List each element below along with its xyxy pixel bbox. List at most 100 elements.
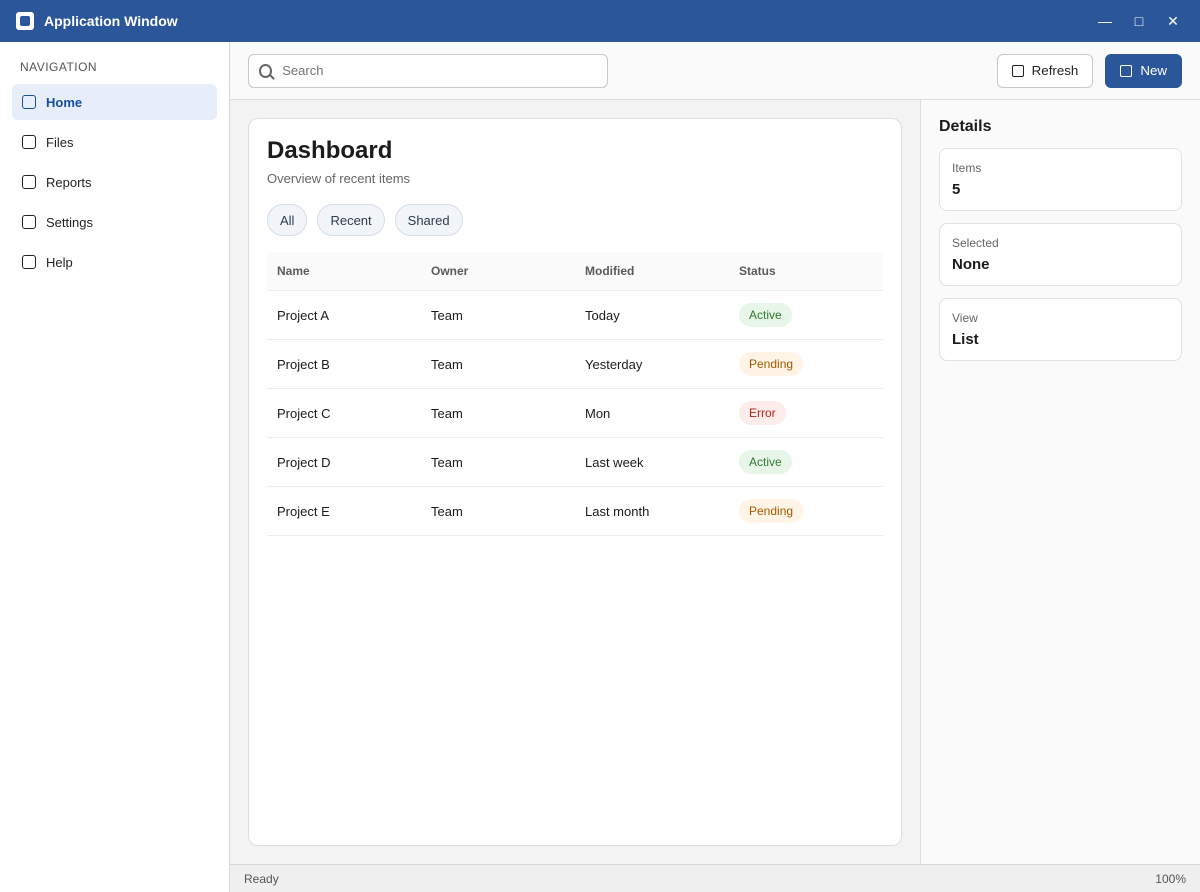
home-icon [22,95,36,109]
table-row[interactable]: Project D Team Last week Active [267,437,883,487]
search-input[interactable] [280,62,597,79]
table-head: Name Owner Modified Status [267,252,883,291]
table-cell: Team [421,437,575,487]
info-value: 5 [952,181,961,198]
table-cell: Project C [267,388,421,438]
table-cell: Team [421,290,575,340]
filter-chips: All Recent Shared [267,204,883,236]
table-cell: Yesterday [575,339,729,389]
table-cell: Pending [729,486,883,536]
status-badge: Active [739,303,792,327]
sidebar-item-files[interactable]: Files [12,124,217,160]
info-box-list: Items 5 Selected None View List [939,148,1182,361]
window-controls: — □ ✕ [1096,12,1182,30]
folder-icon [22,135,36,149]
content-area: Refresh New Dashboard Overview of recent… [230,42,1200,892]
table-cell: Today [575,290,729,340]
table-cell: Team [421,486,575,536]
status-badge: Error [739,401,786,425]
refresh-button[interactable]: Refresh [996,53,1094,88]
sidebar: Navigation Home Files Reports Settings H… [0,42,230,892]
table-cell: Project A [267,290,421,340]
info-value: List [952,331,979,348]
sidebar-item-label: Reports [46,174,92,190]
table-row[interactable]: Project E Team Last month Pending [267,486,883,536]
table-row[interactable]: Project C Team Mon Error [267,388,883,438]
app-icon [16,12,34,30]
table-cell: Mon [575,388,729,438]
sidebar-item-reports[interactable]: Reports [12,164,217,200]
right-rail: Details Items 5 Selected None View List [920,100,1200,864]
refresh-icon [1011,64,1024,77]
table-cell: Team [421,388,575,438]
table-header-cell: Owner [421,252,575,291]
status-badge: Pending [739,499,804,523]
title-bar: Application Window — □ ✕ [0,0,1200,42]
table-header-cell: Modified [575,252,729,291]
sidebar-item-help[interactable]: Help [12,244,217,280]
sidebar-item-settings[interactable]: Settings [12,204,217,240]
page-subtitle: Overview of recent items [267,171,411,186]
status-left: Ready [244,871,279,886]
sidebar-item-label: Files [46,134,74,150]
status-bar: Ready 100% [230,864,1200,892]
body-area: Dashboard Overview of recent items All R… [230,100,1200,864]
status-badge: Active [739,450,792,474]
window-title: Application Window [44,13,178,29]
gear-icon [22,215,36,229]
info-box: Selected None [939,223,1182,286]
info-box: Items 5 [939,148,1182,211]
table-header-cell: Name [267,252,421,291]
title-left: Application Window [16,12,178,30]
main-panel: Dashboard Overview of recent items All R… [230,100,920,864]
sidebar-item-home[interactable]: Home [12,84,217,120]
new-button-label: New [1140,63,1167,78]
info-value: None [952,256,990,273]
sidebar-item-label: Settings [46,214,93,230]
toolbar: Refresh New [230,42,1200,100]
data-table: Name Owner Modified Status Project A Team… [267,252,883,536]
filter-chip[interactable]: Recent [317,204,385,236]
table-header-row: Name Owner Modified Status [267,252,883,291]
content-card: Dashboard Overview of recent items All R… [248,118,902,846]
sidebar-header: Navigation [20,60,98,74]
filter-chip[interactable]: Shared [394,204,463,236]
table-cell: Active [729,290,883,340]
rail-title: Details [939,118,992,135]
table-cell: Pending [729,339,883,389]
new-button[interactable]: New [1105,53,1182,88]
table-cell: Project E [267,486,421,536]
page-title: Dashboard [267,137,393,164]
table-cell: Last month [575,486,729,536]
plus-icon [1120,64,1133,77]
maximize-icon[interactable]: □ [1130,12,1148,30]
sidebar-item-label: Home [46,94,83,110]
info-box: View List [939,298,1182,361]
table-row[interactable]: Project B Team Yesterday Pending [267,339,883,389]
info-label: Items [952,161,982,175]
help-icon [22,255,36,269]
refresh-button-label: Refresh [1031,63,1079,78]
close-icon[interactable]: ✕ [1164,12,1182,30]
table-cell: Last week [575,437,729,487]
chart-icon [22,175,36,189]
table-body: Project A Team Today Active Project B Team Yes… [267,290,883,536]
status-right: 100% [1155,871,1186,886]
table-cell: Project B [267,339,421,389]
table-header-cell: Status [729,252,883,291]
search-icon [259,63,273,78]
table-row[interactable]: Project A Team Today Active [267,290,883,340]
sidebar-item-label: Help [46,254,73,270]
search-box[interactable] [248,53,608,88]
status-badge: Pending [739,352,804,376]
filter-chip[interactable]: All [267,204,308,236]
table-cell: Project D [267,437,421,487]
info-label: View [952,311,978,325]
main-area: Navigation Home Files Reports Settings H… [0,42,1200,892]
info-label: Selected [952,236,999,250]
app-window: Application Window — □ ✕ Navigation Home… [0,0,1200,892]
minimize-icon[interactable]: — [1096,12,1114,30]
table-cell: Error [729,388,883,438]
table-cell: Team [421,339,575,389]
table-cell: Active [729,437,883,487]
